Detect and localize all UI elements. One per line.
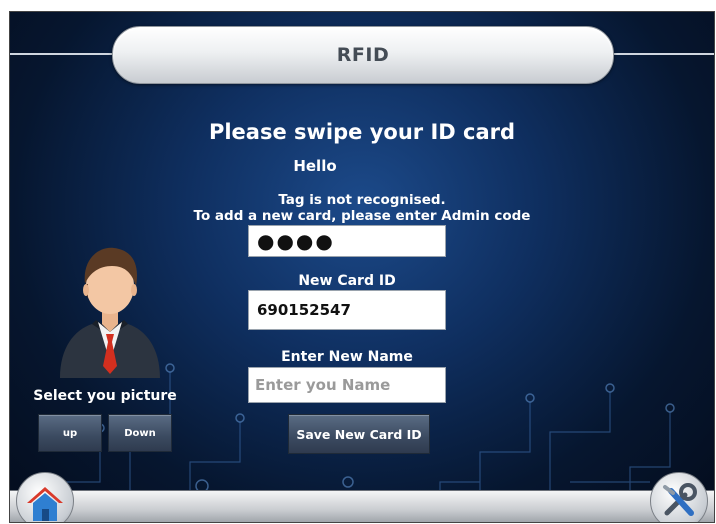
tools-icon	[663, 483, 697, 516]
home-icon	[27, 487, 63, 521]
status-message: Tag is not recognised.	[278, 192, 446, 208]
title-divider-right	[604, 53, 714, 55]
new-name-label: Enter New Name	[281, 349, 413, 365]
save-new-card-button[interactable]: Save New Card ID	[288, 414, 430, 454]
admin-code-field[interactable]	[248, 225, 446, 257]
settings-button[interactable]	[650, 472, 708, 522]
home-button[interactable]	[16, 472, 74, 522]
greeting-text: Hello	[293, 157, 337, 175]
businessman-avatar-icon[interactable]	[52, 240, 168, 378]
bottom-bar	[10, 490, 714, 522]
page-heading: Please swipe your ID card	[208, 120, 516, 144]
app-title: RFID	[336, 44, 390, 66]
title-bar: RFID	[112, 26, 614, 84]
picture-up-button[interactable]: up	[38, 414, 102, 452]
new-card-id-field[interactable]	[248, 290, 446, 330]
instruction-message: To add a new card, please enter Admin co…	[193, 208, 531, 224]
picture-down-button[interactable]: Down	[108, 414, 172, 452]
title-divider-left	[10, 53, 120, 55]
new-card-id-label: New Card ID	[298, 273, 396, 289]
app-window: RFID Please swipe your ID card Hello Tag…	[10, 12, 714, 522]
new-name-field[interactable]	[248, 367, 446, 403]
select-picture-label: Select you picture	[33, 388, 177, 404]
